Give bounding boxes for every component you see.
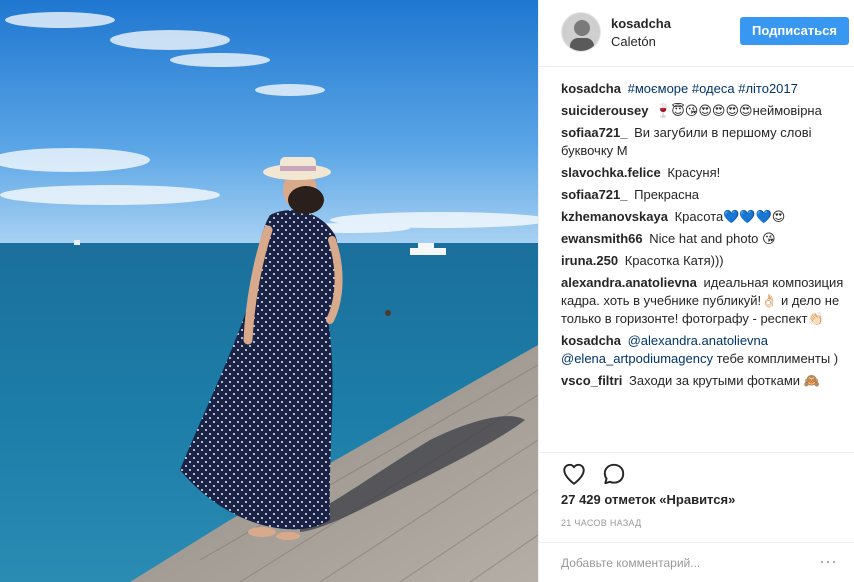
speech-bubble-icon[interactable] [601, 461, 627, 487]
caption-hashtags[interactable]: #моєморе #одеса #літо2017 [628, 81, 798, 96]
beach-photo-image [0, 0, 538, 582]
comment-input[interactable] [561, 553, 811, 573]
post-location[interactable]: Caletón [611, 34, 656, 49]
post-timestamp[interactable]: 21 ЧАСОВ НАЗАД [561, 518, 642, 528]
comment-author[interactable]: kosadcha [561, 81, 621, 96]
mention-link[interactable]: @alexandra.anatolievna [628, 333, 768, 348]
comment-author[interactable]: alexandra.anatolievna [561, 275, 697, 290]
post-side-panel: kosadcha Caletón Подписаться kosadcha #м… [538, 0, 854, 582]
list-item: iruna.250 Красотка Катя))) [561, 252, 849, 270]
list-item: alexandra.anatolievna идеальная композиц… [561, 274, 849, 328]
comment-author[interactable]: sofiaa721_ [561, 187, 628, 202]
comment-text: Nice hat and photo 😘 [649, 231, 776, 246]
comment-text: Прекрасна [634, 187, 699, 202]
list-item: ewansmith66 Nice hat and photo 😘 [561, 230, 849, 248]
comment-text: 🍷😇😘😍😍😍😍неймовірна [655, 103, 822, 118]
comment-author[interactable]: slavochka.felice [561, 165, 661, 180]
comment-author[interactable]: suiciderousey [561, 103, 648, 118]
post-username[interactable]: kosadcha [611, 16, 671, 31]
comment-author[interactable]: iruna.250 [561, 253, 618, 268]
comment-author[interactable]: vsco_filtri [561, 373, 622, 388]
comment-caption: kosadcha #моєморе #одеса #літо2017 [561, 80, 849, 98]
comment-text: Заходи за крутыми фотками 🙈 [629, 373, 820, 388]
comment-text: тебе комплименты ) [716, 351, 839, 366]
mention-link[interactable]: @elena_artpodiumagency [561, 351, 713, 366]
avatar-image [562, 13, 600, 51]
list-item: slavochka.felice Красуня! [561, 164, 849, 182]
action-bar [539, 452, 854, 492]
post-photo[interactable] [0, 0, 538, 582]
avatar[interactable] [561, 12, 601, 52]
post-header: kosadcha Caletón Подписаться [539, 0, 854, 67]
list-item: vsco_filtri Заходи за крутыми фотками 🙈 [561, 372, 849, 390]
comment-text: Красота💙💙💙😍 [674, 209, 786, 224]
comment-text: Красуня! [667, 165, 721, 180]
comment-text: Красотка Катя))) [624, 253, 724, 268]
more-options-icon[interactable]: ··· [819, 551, 837, 571]
comment-author[interactable]: kosadcha [561, 333, 621, 348]
list-item: kzhemanovskaya Красота💙💙💙😍 [561, 208, 849, 226]
comment-author[interactable]: sofiaa721_ [561, 125, 628, 140]
likes-count[interactable]: 27 429 отметок «Нравится» [561, 492, 735, 507]
list-item: suiciderousey 🍷😇😘😍😍😍😍неймовірна [561, 102, 849, 120]
comment-author[interactable]: ewansmith66 [561, 231, 643, 246]
follow-button[interactable]: Подписаться [740, 17, 849, 45]
comment-author[interactable]: kzhemanovskaya [561, 209, 668, 224]
list-item: sofiaa721_ Прекрасна [561, 186, 849, 204]
heart-outline-icon[interactable] [561, 461, 587, 487]
list-item: kosadcha @alexandra.anatolievna @elena_a… [561, 332, 849, 368]
list-item: sofiaa721_ Ви загубили в першому слові б… [561, 124, 849, 160]
add-comment-bar: ··· [539, 542, 854, 582]
comment-list: kosadcha #моєморе #одеса #літо2017 suici… [561, 80, 849, 452]
